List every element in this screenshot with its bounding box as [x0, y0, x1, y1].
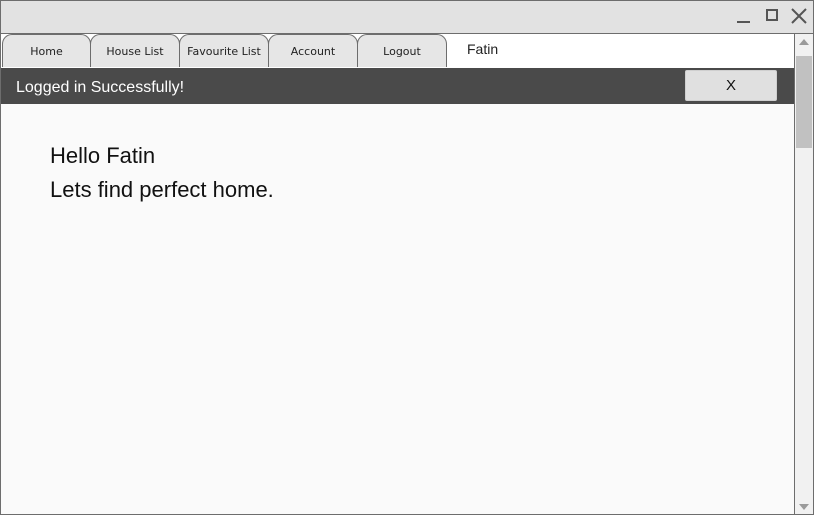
app-window: Home House List Favourite List Account L…	[0, 0, 814, 515]
greeting-hello: Hello Fatin	[50, 143, 156, 168]
scroll-thumb[interactable]	[796, 56, 812, 148]
tab-bar: Home House List Favourite List Account L…	[1, 34, 794, 68]
vertical-scrollbar[interactable]	[794, 34, 813, 514]
alert-close-button[interactable]: X	[685, 70, 777, 101]
maximize-icon[interactable]	[763, 6, 783, 26]
scroll-down-icon[interactable]	[799, 504, 809, 510]
alert-message: Logged in Successfully!	[16, 79, 185, 96]
tab-favourite-list[interactable]: Favourite List	[179, 34, 269, 67]
close-icon[interactable]	[789, 6, 809, 26]
tab-home[interactable]: Home	[2, 34, 91, 67]
greeting-subtitle: Lets find perfect home.	[50, 177, 274, 202]
tab-logout[interactable]: Logout	[357, 34, 447, 67]
tab-account[interactable]: Account	[268, 34, 358, 67]
success-alert: Logged in Successfully! X	[1, 68, 794, 104]
user-name-label: Fatin	[467, 41, 499, 57]
scroll-up-icon[interactable]	[799, 39, 809, 45]
greeting: Hello Fatin Lets find perfect home.	[50, 139, 274, 207]
main-content: Hello Fatin Lets find perfect home.	[1, 104, 794, 514]
tab-house-list[interactable]: House List	[90, 34, 180, 67]
minimize-icon[interactable]	[735, 6, 755, 26]
title-bar	[1, 1, 813, 34]
